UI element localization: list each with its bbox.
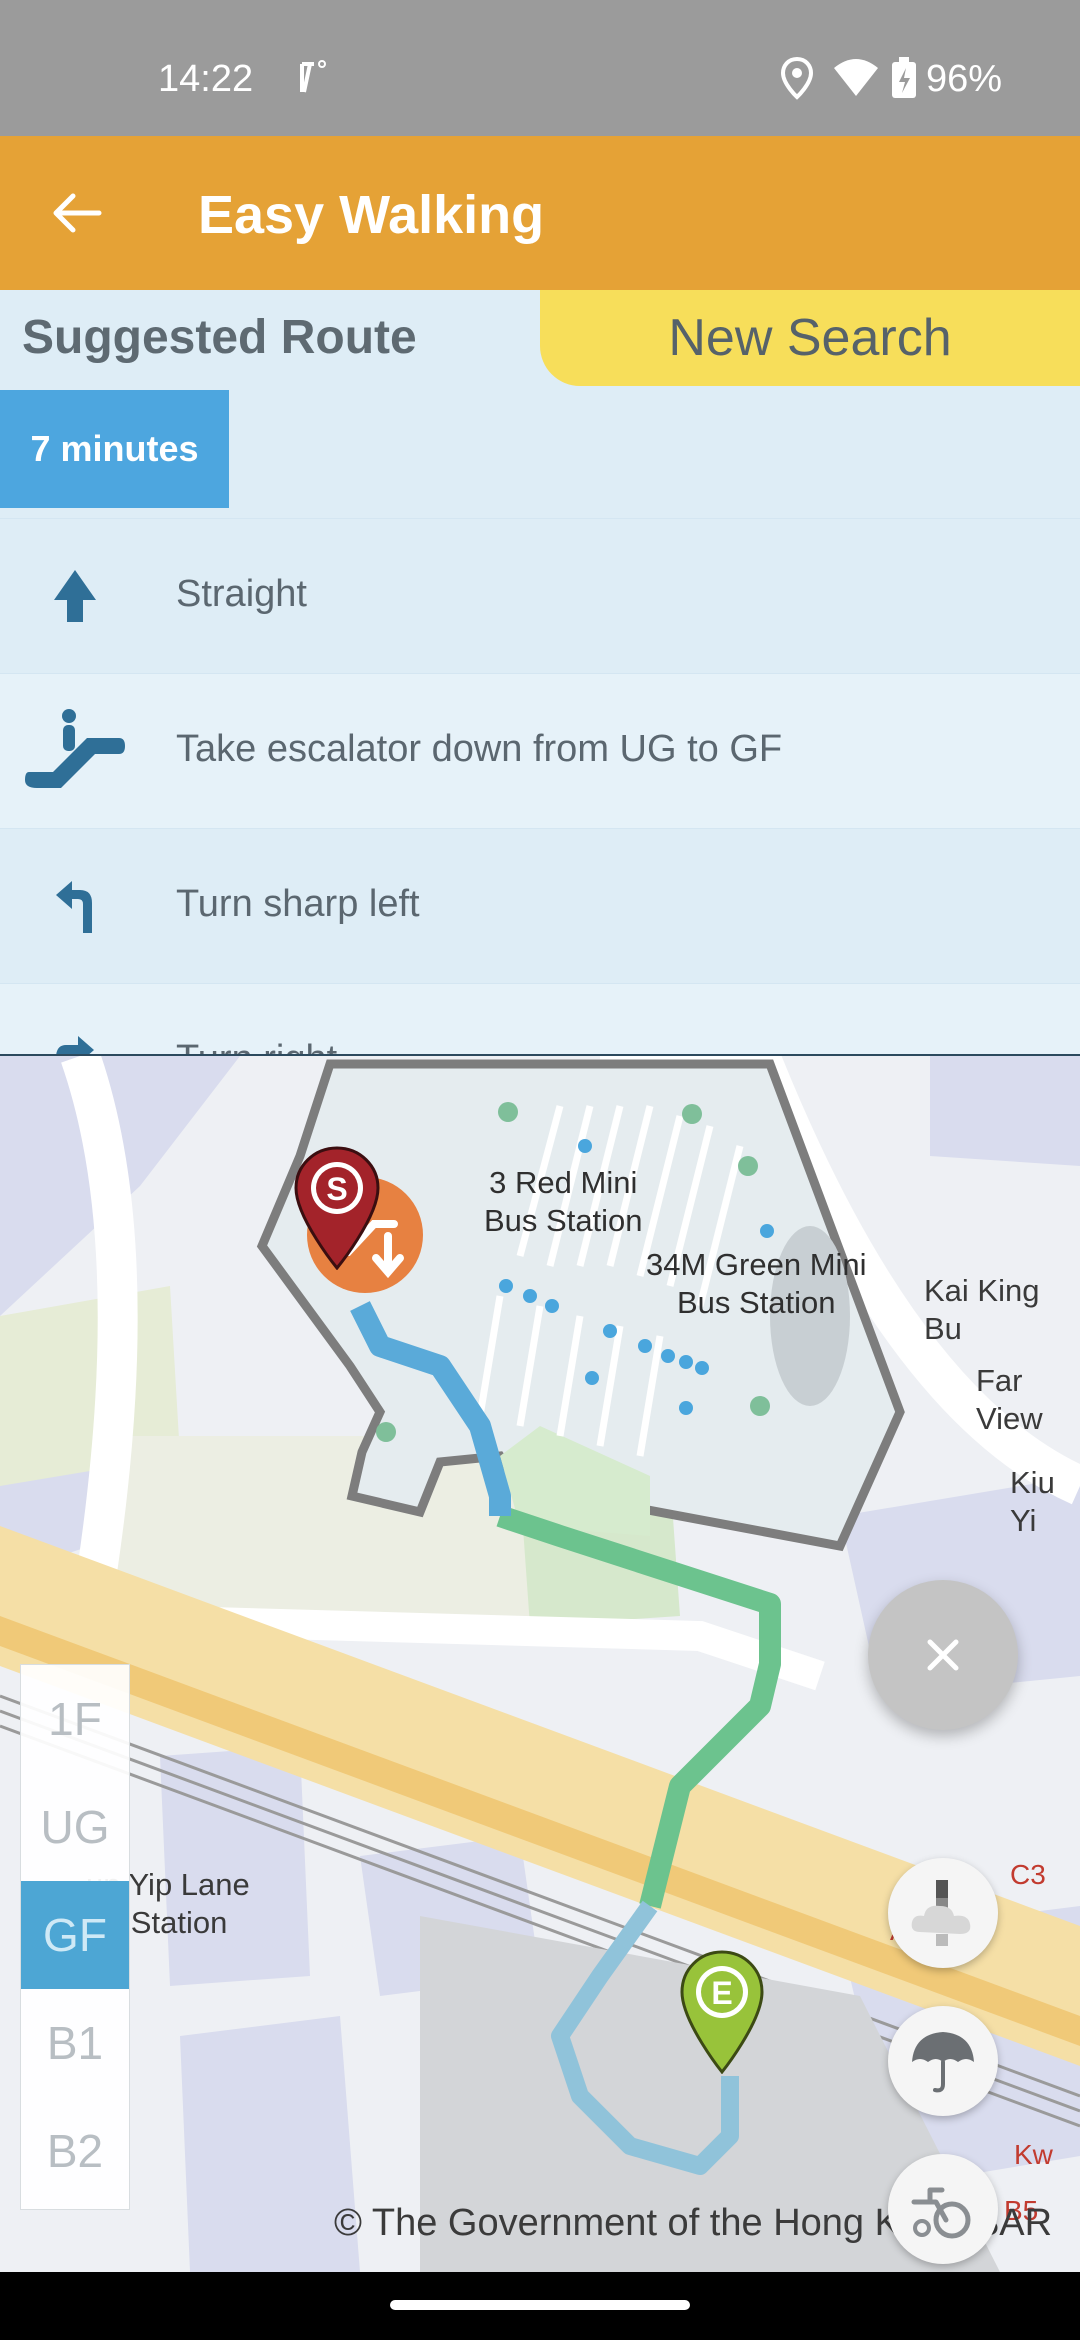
turn-sharp-left-icon [20, 855, 130, 957]
floor-picker: 1F UG GF B1 B2 [20, 1664, 130, 2210]
kw-label: Kw [1014, 2139, 1053, 2170]
kai-king-label: Kai King Bu [924, 1273, 1040, 1346]
route-step[interactable]: Straight [0, 518, 1080, 673]
red-minibus-label: 3 Red Mini Bus Station [484, 1165, 643, 1238]
weather-cloud-icon [911, 1880, 971, 1946]
route-step[interactable]: Turn right [0, 983, 1080, 1054]
floor-b1[interactable]: B1 [21, 1989, 129, 2097]
signal-icon [294, 56, 334, 105]
turn-right-icon [20, 1010, 130, 1054]
route-step[interactable]: Take escalator down from UG to GF [0, 673, 1080, 828]
wifi-icon [832, 56, 880, 105]
start-marker-icon[interactable]: S [294, 1146, 380, 1270]
floor-1f[interactable]: 1F [21, 1665, 129, 1773]
floor-gf[interactable]: GF [21, 1881, 129, 1989]
close-route-button[interactable] [868, 1580, 1018, 1730]
end-marker-letter: E [711, 1975, 732, 2011]
status-bar: 14:22 96% [0, 0, 1080, 136]
step-text: Straight [176, 573, 307, 615]
app-bar: Easy Walking [0, 136, 1080, 290]
step-text: Turn sharp left [176, 883, 420, 925]
end-marker-icon[interactable]: E [680, 1950, 764, 2074]
back-button[interactable] [40, 176, 114, 250]
far-view-label: Far View [976, 1363, 1043, 1436]
start-marker-letter: S [326, 1171, 347, 1207]
umbrella-icon [912, 2032, 974, 2093]
floor-b2[interactable]: B2 [21, 2097, 129, 2205]
app-title: Easy Walking [198, 185, 545, 245]
route-heading: Suggested Route [22, 311, 417, 364]
escalator-down-icon [20, 700, 130, 802]
wheelchair-icon [911, 2187, 971, 2239]
status-time: 14:22 [158, 58, 254, 100]
rain-shelter-button[interactable] [888, 2006, 998, 2116]
route-step[interactable]: Turn sharp left [0, 828, 1080, 983]
location-icon [780, 56, 814, 105]
arrow-up-icon [20, 545, 130, 647]
floor-ug[interactable]: UG [21, 1773, 129, 1881]
kiu-yi-label: Kiu Yi [1010, 1465, 1055, 1538]
arrow-left-icon [53, 193, 102, 233]
battery-icon [890, 56, 918, 105]
step-text: Take escalator down from UG to GF [176, 728, 783, 770]
close-icon [927, 1639, 959, 1671]
accessible-route-button[interactable] [888, 2154, 998, 2264]
new-search-button[interactable]: New Search [540, 290, 1080, 386]
home-handle[interactable] [390, 2300, 690, 2310]
exit-c3-label: C3 [1010, 1859, 1046, 1890]
system-nav-bar [0, 2272, 1080, 2340]
map-view[interactable]: S E 3 Red Mini Bus Station 34M Green Min… [0, 1056, 1080, 2272]
battery-percent: 96% [926, 58, 1003, 100]
weather-button[interactable] [888, 1858, 998, 1968]
duration-badge: 7 minutes [0, 390, 229, 508]
green-minibus-label: 34M Green Mini Bus Station [646, 1247, 867, 1320]
step-text: Turn right [176, 1038, 337, 1054]
route-steps-list: Straight Take escalator down from UG to … [0, 518, 1080, 1054]
route-panel: Suggested Route New Search 7 minutes Str… [0, 290, 1080, 1054]
